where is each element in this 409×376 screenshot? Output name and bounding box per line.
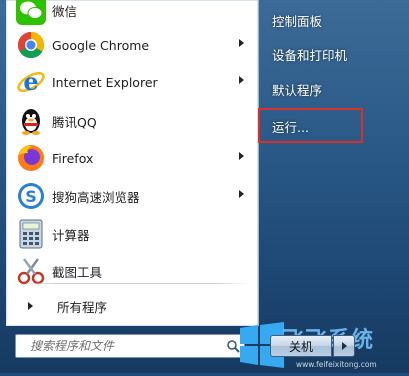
run-highlight-box (258, 108, 363, 143)
program-internet-explorer[interactable]: e Internet Explorer (12, 64, 252, 100)
program-calculator[interactable]: 计算器 (12, 216, 252, 252)
menu-item-devices-printers[interactable]: 设备和打印机 (264, 40, 394, 68)
program-label: Internet Explorer (52, 74, 158, 90)
menu-item-label: 控制面板 (272, 13, 323, 29)
firefox-icon (16, 143, 46, 173)
menu-item-label: 默认程序 (272, 82, 323, 98)
search-input[interactable] (16, 338, 222, 354)
program-label: 腾讯QQ (52, 114, 97, 130)
program-label: 计算器 (52, 227, 90, 243)
svg-text:e: e (23, 67, 38, 96)
programs-pane: 微信 Google Chrome e Internet Explorer 腾讯Q… (6, 0, 259, 326)
submenu-arrow-icon[interactable] (239, 76, 244, 84)
watermark-url: www.feifeixitong.com (296, 360, 377, 369)
program-firefox[interactable]: Firefox (12, 140, 252, 176)
menu-item-default-programs[interactable]: 默认程序 (264, 75, 394, 103)
sogou-browser-icon: S (16, 181, 46, 211)
menu-item-control-panel[interactable]: 控制面板 (264, 6, 394, 34)
expand-arrow-icon (28, 302, 33, 310)
program-label: Google Chrome (52, 37, 150, 53)
program-qq[interactable]: 腾讯QQ (12, 103, 252, 139)
program-label: 截图工具 (52, 264, 103, 280)
search-box[interactable] (15, 334, 245, 358)
submenu-arrow-icon[interactable] (239, 190, 244, 198)
chevron-right-icon (342, 342, 347, 350)
program-label: 搜狗高速浏览器 (52, 189, 140, 205)
svg-text:S: S (25, 187, 37, 206)
divider (20, 283, 250, 284)
snipping-tool-icon (16, 256, 46, 286)
submenu-arrow-icon[interactable] (239, 39, 244, 47)
program-sogou-browser[interactable]: S 搜狗高速浏览器 (12, 178, 252, 214)
chrome-icon (16, 30, 46, 60)
program-wechat[interactable]: 微信 (12, 0, 252, 28)
program-label: 微信 (52, 3, 78, 19)
shutdown-button[interactable]: 关机 (270, 335, 332, 357)
submenu-arrow-icon[interactable] (239, 152, 244, 160)
all-programs-button[interactable]: 所有程序 (12, 290, 252, 322)
qq-penguin-icon (16, 106, 46, 136)
start-menu: 微信 Google Chrome e Internet Explorer 腾讯Q… (0, 0, 409, 373)
shutdown-label: 关机 (288, 339, 313, 354)
wechat-icon (16, 0, 46, 25)
all-programs-label: 所有程序 (57, 299, 108, 315)
program-google-chrome[interactable]: Google Chrome (12, 27, 252, 63)
internet-explorer-icon: e (16, 67, 46, 97)
program-label: Firefox (52, 150, 94, 166)
menu-item-label: 设备和打印机 (272, 47, 348, 63)
calculator-icon (16, 219, 46, 249)
shutdown-options-button[interactable] (333, 335, 355, 357)
